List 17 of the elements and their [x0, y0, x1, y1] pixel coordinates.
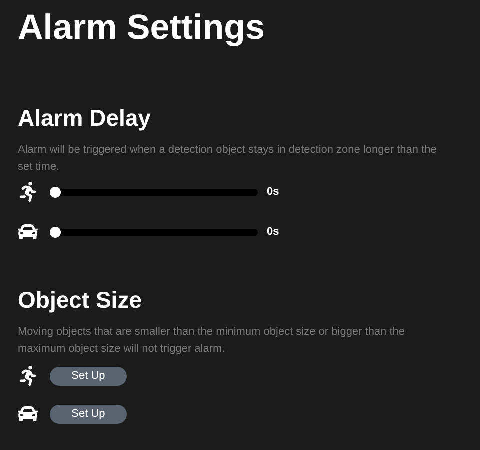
section-description: Moving objects that are smaller than the minimum object size or bigger than the maximum object size will not trigger alarm.	[18, 325, 406, 357]
slider-thumb[interactable]	[50, 226, 61, 238]
slider-track[interactable]	[50, 188, 258, 196]
car-icon	[18, 222, 38, 242]
section-heading: Object Size	[18, 286, 143, 314]
running-person-icon	[18, 366, 38, 386]
slider-thumb[interactable]	[50, 186, 61, 198]
setup-button[interactable]: Set Up	[50, 366, 127, 386]
car-icon	[18, 404, 38, 424]
slider-track[interactable]	[50, 228, 258, 236]
section-description: Alarm will be triggered when a detection object stays in detection zone longer than the set time.	[18, 143, 438, 175]
slider-value: 0s	[267, 224, 280, 240]
slider-value: 0s	[267, 184, 280, 200]
setup-button[interactable]: Set Up	[50, 404, 127, 424]
section-heading: Alarm Delay	[18, 104, 152, 132]
running-person-icon	[18, 182, 38, 202]
page-title: Alarm Settings	[18, 8, 266, 48]
